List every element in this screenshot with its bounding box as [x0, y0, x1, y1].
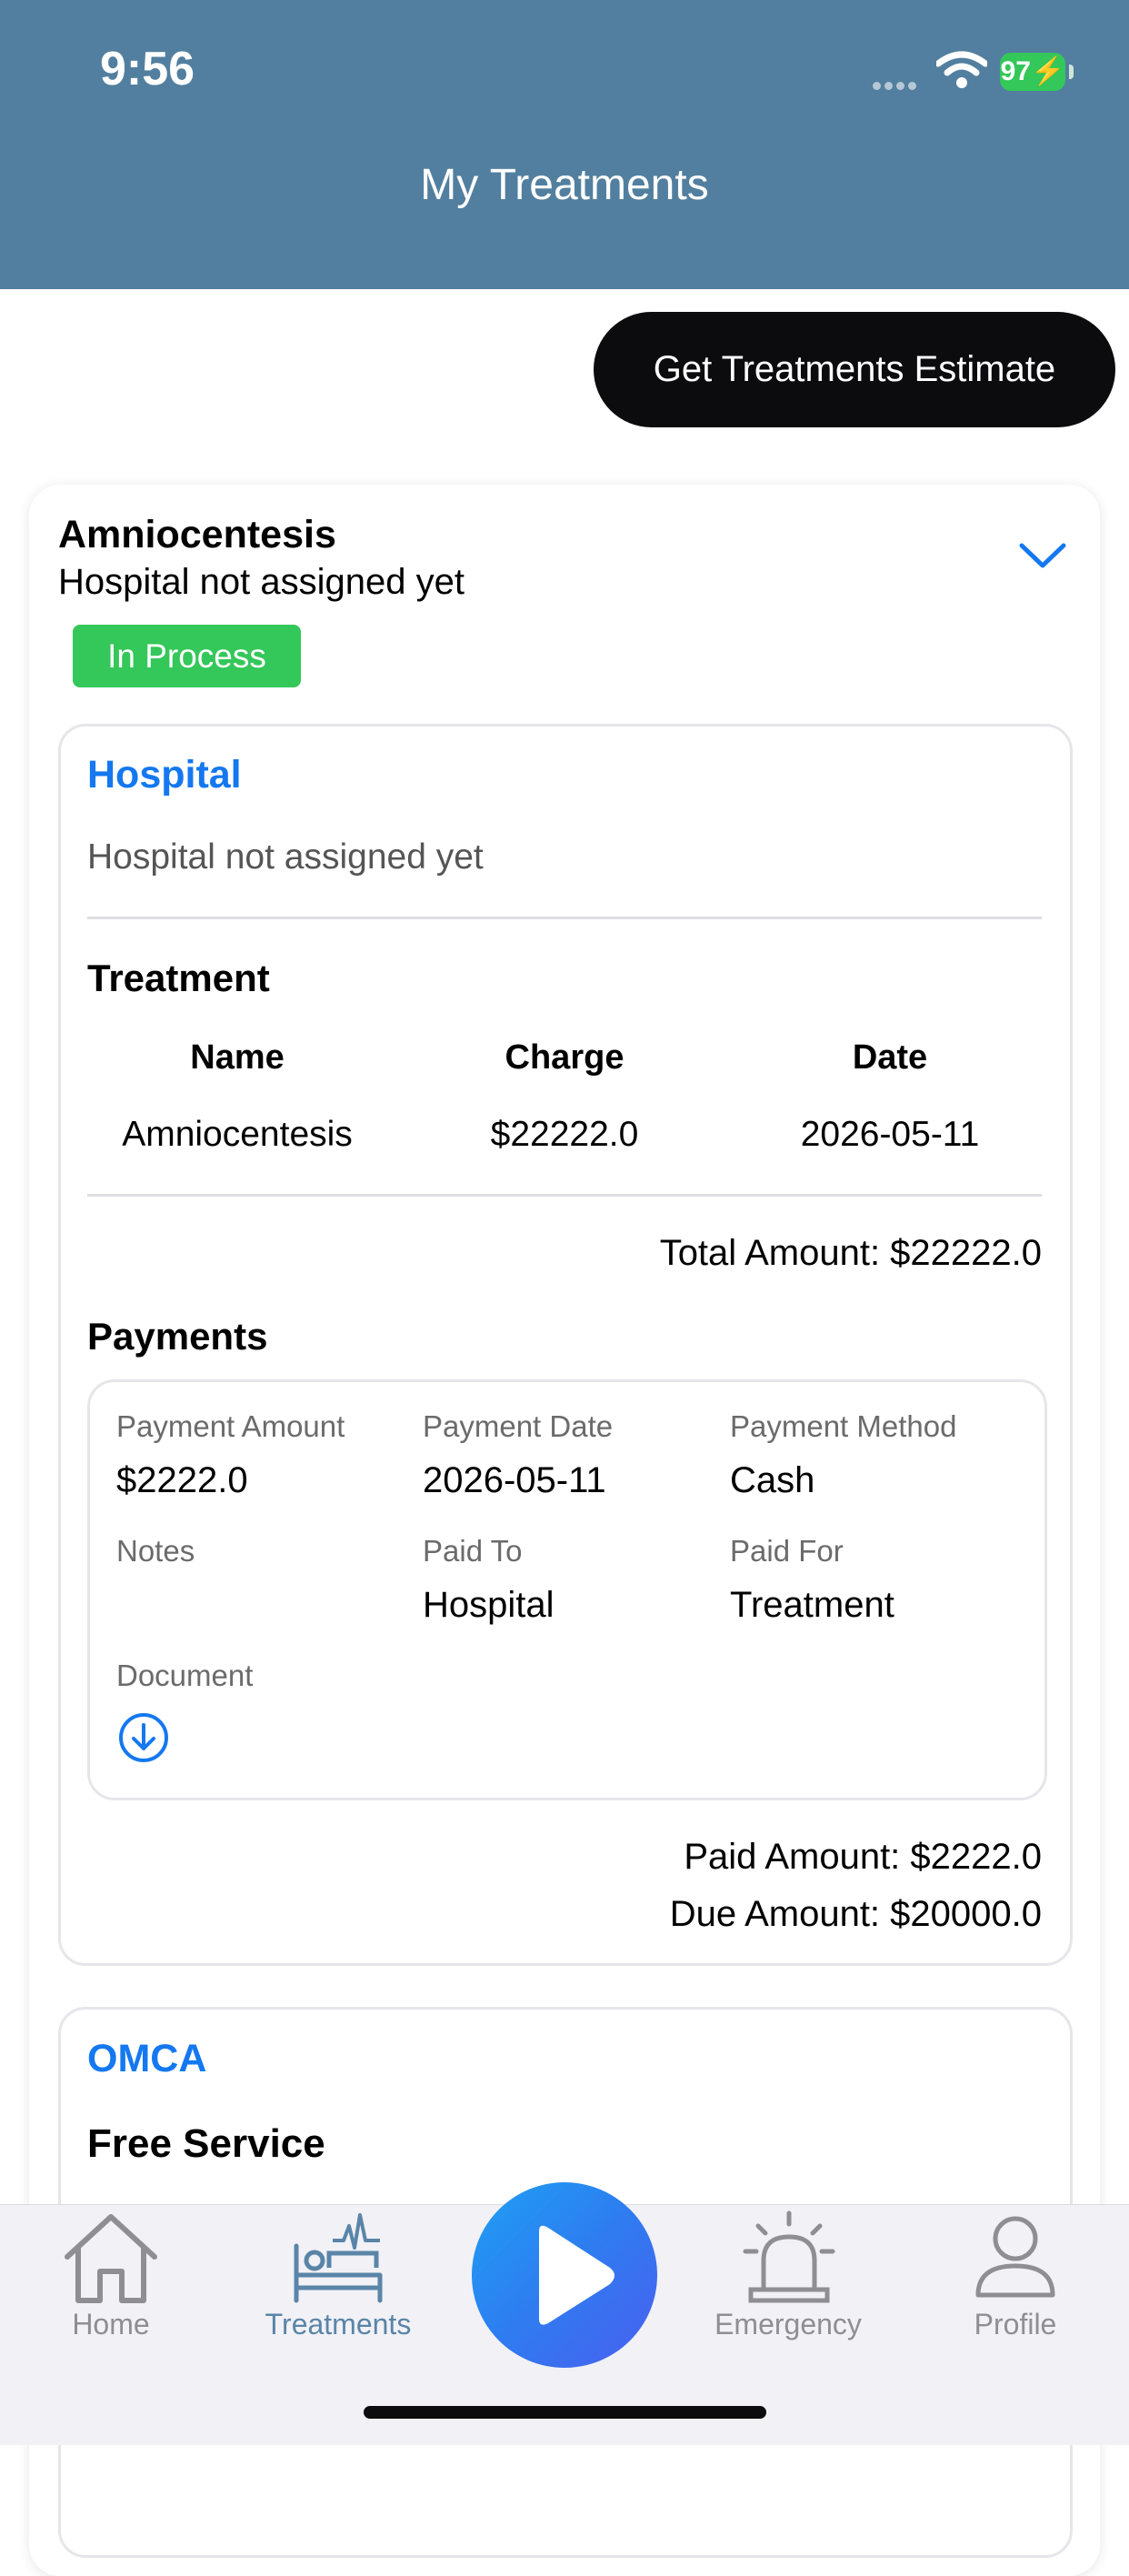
divider	[87, 1194, 1042, 1197]
column-header-charge: Charge	[505, 1038, 624, 1077]
payment-amount-label: Payment Amount	[116, 1409, 345, 1443]
status-time: 9:56	[100, 43, 195, 95]
column-header-name: Name	[190, 1038, 285, 1077]
tab-profile-label[interactable]: Profile	[915, 2308, 1115, 2341]
divider	[87, 917, 1042, 919]
battery-icon: 97⚡	[1000, 53, 1065, 91]
payment-amount-value: $2222.0	[116, 1460, 248, 1500]
payment-date-value: 2026-05-11	[423, 1460, 606, 1500]
treatment-title: Amniocentesis	[58, 513, 336, 556]
download-circle-icon[interactable]	[118, 1712, 169, 1768]
tab-emergency-label[interactable]: Emergency	[688, 2308, 888, 2341]
paid-amount: Paid Amount: $2222.0	[684, 1837, 1042, 1877]
hospital-heading: Hospital	[87, 753, 242, 797]
get-estimate-button[interactable]: Get Treatments Estimate	[594, 312, 1115, 427]
cellular-signal-icon	[873, 78, 920, 95]
payment-date-label: Payment Date	[423, 1409, 614, 1443]
home-icon[interactable]	[56, 2208, 165, 2312]
paid-for-value: Treatment	[730, 1585, 894, 1625]
paid-to-value: Hospital	[423, 1585, 555, 1625]
bed-icon[interactable]	[291, 2210, 385, 2309]
document-label: Document	[116, 1659, 254, 1692]
omca-heading: OMCA	[87, 2037, 207, 2080]
treatment-subtitle: Hospital not assigned yet	[58, 562, 465, 602]
paid-for-label: Paid For	[730, 1534, 844, 1568]
due-amount: Due Amount: $20000.0	[669, 1894, 1042, 1934]
column-header-date: Date	[852, 1038, 928, 1077]
notes-label: Notes	[116, 1534, 195, 1568]
play-button[interactable]	[472, 2182, 657, 2368]
payment-method-value: Cash	[730, 1460, 815, 1500]
page-title: My Treatments	[420, 161, 709, 209]
home-indicator	[364, 2406, 766, 2419]
table-cell-name: Amniocentesis	[122, 1115, 353, 1154]
battery-level: 97	[1000, 56, 1031, 86]
total-amount: Total Amount: $22222.0	[659, 1233, 1042, 1273]
payment-method-label: Payment Method	[730, 1409, 957, 1443]
treatment-heading: Treatment	[87, 957, 270, 999]
tab-treatments-label[interactable]: Treatments	[238, 2308, 438, 2341]
alarm-icon[interactable]	[738, 2210, 840, 2309]
wifi-icon	[934, 51, 989, 94]
status-badge: In Process	[73, 625, 301, 687]
battery-tip	[1069, 65, 1074, 79]
person-icon[interactable]	[973, 2215, 1058, 2303]
omca-text: Free Service	[87, 2121, 325, 2166]
hospital-text: Hospital not assigned yet	[87, 837, 484, 877]
payments-heading: Payments	[87, 1315, 268, 1358]
tab-home-label[interactable]: Home	[11, 2308, 211, 2341]
chevron-down-icon[interactable]	[1018, 540, 1067, 576]
paid-to-label: Paid To	[423, 1534, 523, 1568]
play-icon	[539, 2225, 614, 2325]
table-cell-date: 2026-05-11	[800, 1115, 980, 1154]
table-cell-charge: $22222.0	[490, 1115, 639, 1154]
